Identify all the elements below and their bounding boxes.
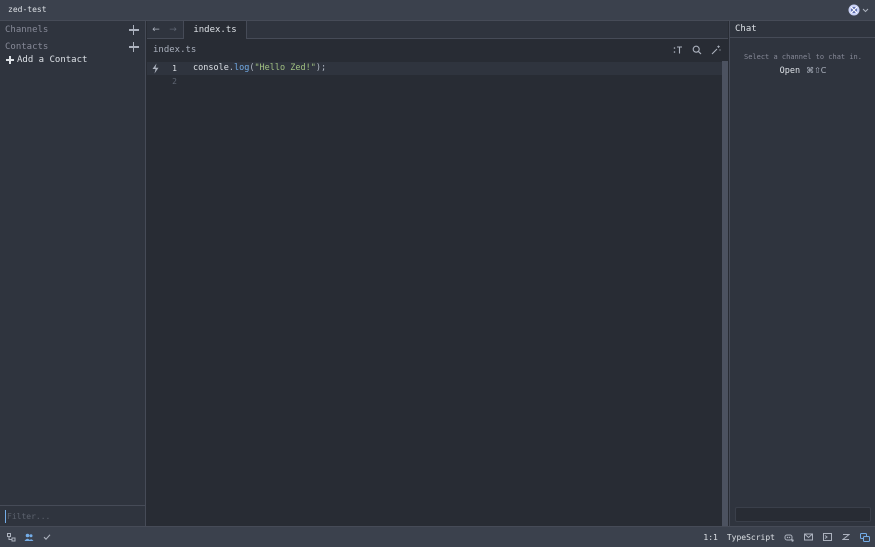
chat-header: Chat (730, 21, 875, 38)
editor-scrollbar[interactable] (722, 61, 728, 526)
chevron-down-icon[interactable] (862, 7, 869, 17)
editor-toolbar: index.ts (147, 39, 728, 61)
chat-bubble-icon[interactable] (860, 532, 870, 542)
code-token: console (193, 63, 229, 73)
back-arrow-icon[interactable]: ← (150, 24, 162, 36)
code-token: log (233, 63, 250, 73)
chat-hint: Select a channel to chat in. (743, 53, 862, 61)
chat-open-label: Open (779, 66, 801, 76)
code-token: "Hello Zed!" (254, 63, 316, 73)
title-bar: zed-test (0, 0, 875, 21)
run-bolt-icon[interactable] (151, 63, 160, 74)
chat-open-shortcut: ⌘⇧C (806, 66, 827, 75)
filter-input[interactable] (5, 510, 135, 523)
contacts-icon[interactable] (24, 532, 34, 542)
check-icon[interactable] (42, 532, 52, 542)
breadcrumb[interactable]: index.ts (153, 45, 196, 55)
editor-line[interactable]: 2 (147, 75, 722, 88)
chat-open-button[interactable]: Open ⌘⇧C (730, 66, 875, 76)
symbol-outline-icon[interactable] (672, 44, 684, 56)
terminal-icon[interactable] (822, 532, 832, 542)
code-token: ); (315, 63, 327, 73)
cursor-position[interactable]: 1:1 (703, 533, 717, 542)
add-contact-button[interactable]: Add a Contact (6, 55, 87, 65)
zed-icon[interactable] (841, 532, 851, 542)
window-title: zed-test (8, 5, 47, 14)
contacts-header[interactable]: Contacts (5, 40, 139, 54)
project-panel-icon[interactable] (6, 532, 16, 542)
channels-header[interactable]: Channels (5, 23, 139, 37)
channels-label: Channels (5, 25, 49, 35)
tab-bar: ← → index.ts (147, 21, 728, 39)
language-selector[interactable]: TypeScript (727, 533, 775, 542)
search-icon[interactable] (691, 44, 703, 56)
line-number: 2 (172, 77, 177, 86)
add-channel-plus-icon[interactable] (129, 25, 139, 35)
plus-icon (6, 56, 14, 64)
chat-panel: Chat Select a channel to chat in. Open ⌘⇧… (729, 21, 875, 526)
line-number: 1 (172, 64, 177, 73)
code-editor[interactable]: 1 console.log("Hello Zed!"); 2 (147, 61, 722, 526)
collab-menu[interactable] (848, 4, 869, 19)
editor-line[interactable]: 1 console.log("Hello Zed!"); (147, 62, 722, 75)
scrollbar-thumb[interactable] (722, 61, 728, 526)
collab-avatar-icon[interactable] (848, 4, 860, 19)
forward-arrow-icon[interactable]: → (167, 24, 179, 36)
copilot-icon[interactable] (784, 532, 794, 542)
tab-label: index.ts (193, 25, 237, 35)
tab-index-ts[interactable]: index.ts (183, 21, 247, 39)
chat-title: Chat (735, 24, 757, 34)
feedback-icon[interactable] (803, 532, 813, 542)
assistant-sparkle-icon[interactable] (710, 44, 722, 56)
contacts-label: Contacts (5, 42, 49, 52)
code-text[interactable]: console.log("Hello Zed!"); (193, 62, 326, 75)
chat-message-input[interactable] (735, 507, 871, 522)
status-bar: 1:1 TypeScript (0, 526, 875, 547)
add-contact-label: Add a Contact (17, 55, 88, 65)
collab-panel: Channels Contacts Add a Contact (0, 21, 146, 526)
filter-bar (0, 505, 145, 526)
add-contact-plus-icon[interactable] (129, 42, 139, 52)
